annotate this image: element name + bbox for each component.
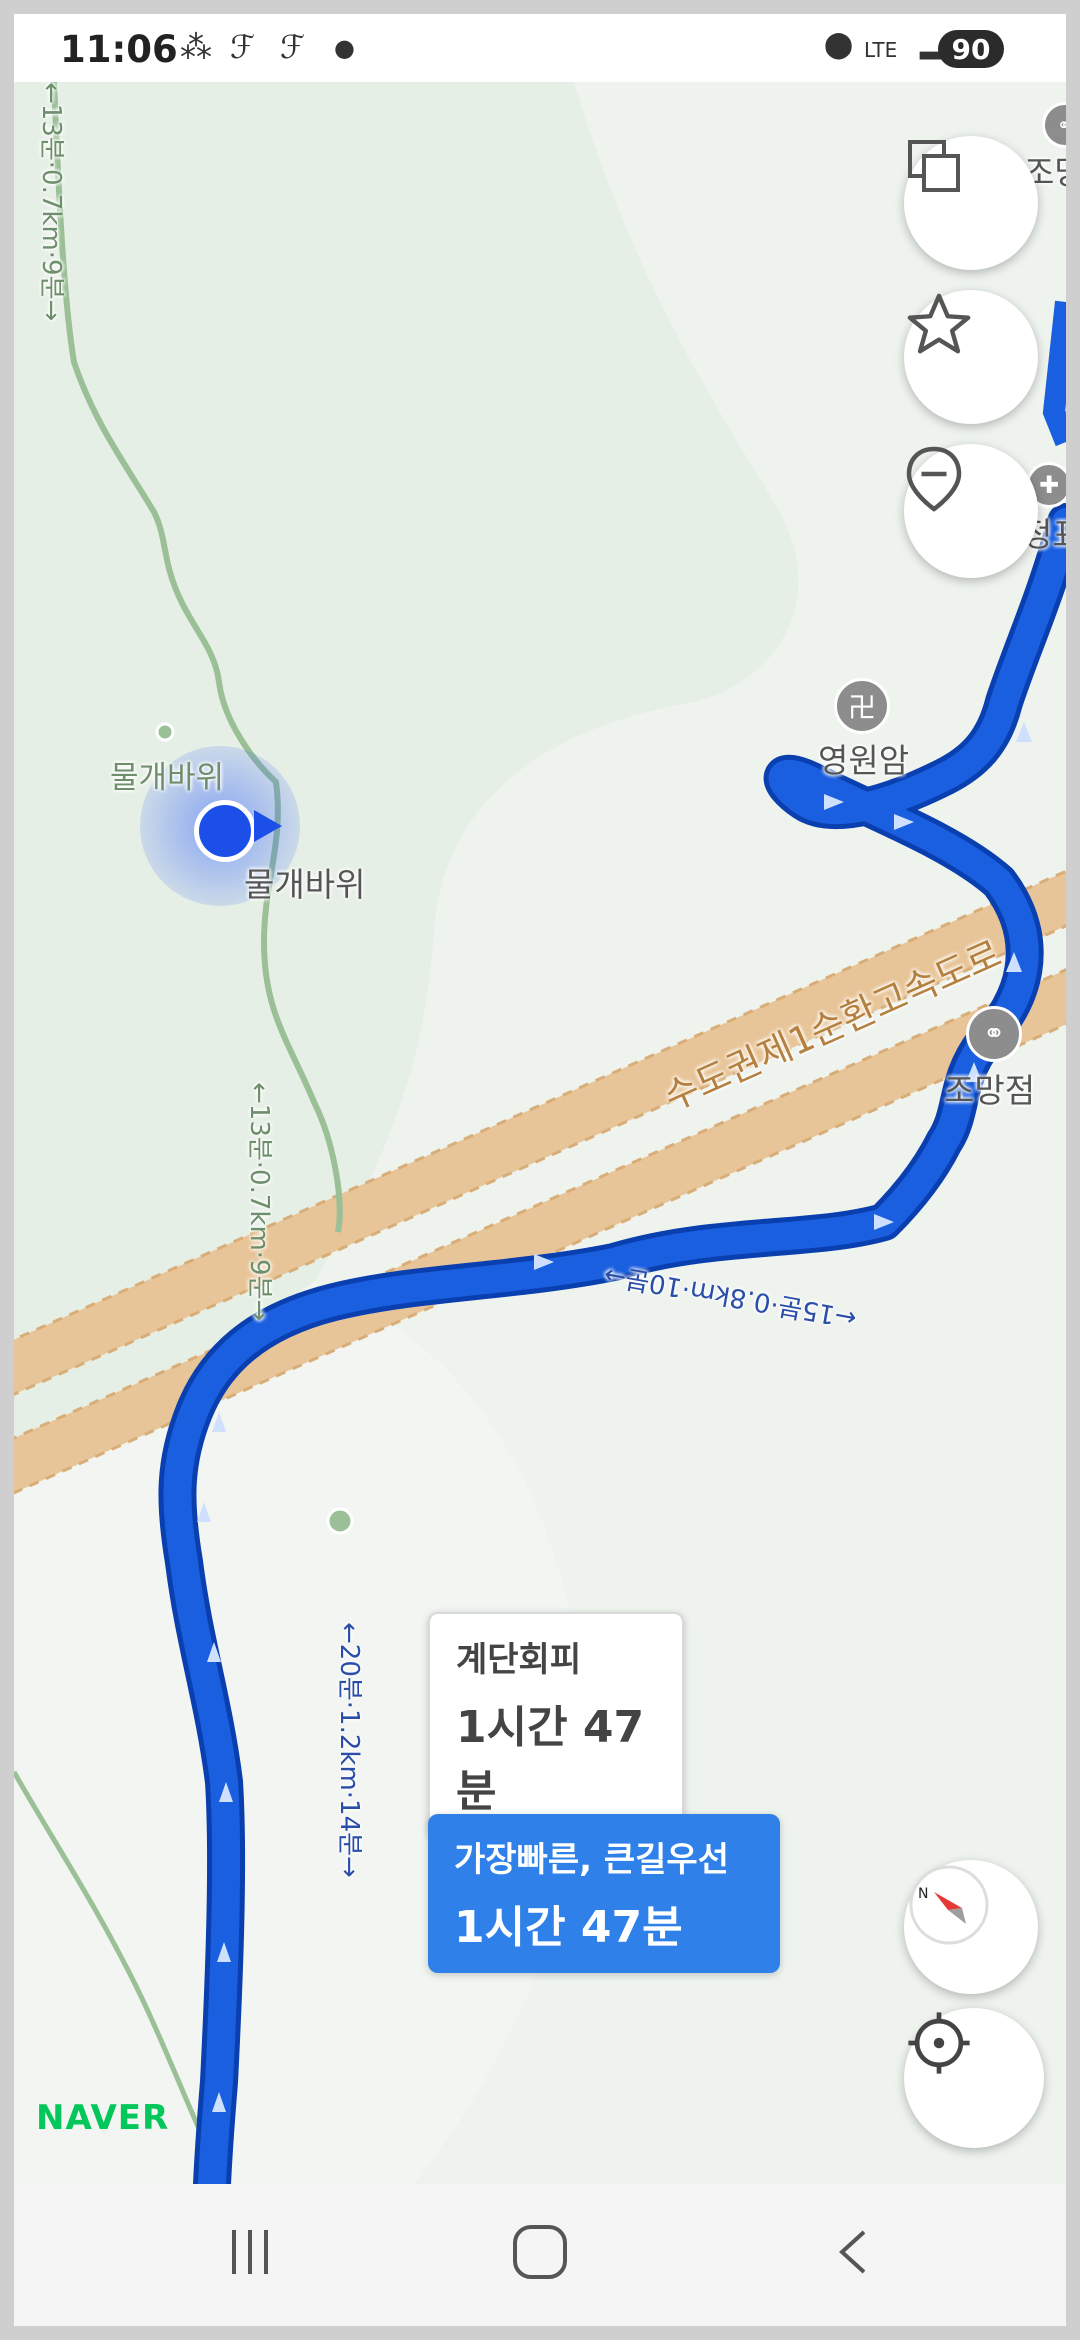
home-icon xyxy=(513,2225,567,2279)
temple-icon[interactable]: 卍 xyxy=(834,678,890,734)
current-location-dot xyxy=(194,800,256,862)
recent-apps-button[interactable] xyxy=(200,2212,300,2292)
route-option-time: 1시간 47분 xyxy=(454,1902,683,1953)
system-navigation-bar xyxy=(14,2184,1066,2326)
naver-logo: NAVER xyxy=(36,2098,170,2138)
back-icon xyxy=(839,2230,866,2274)
route-option-name: 가장빠른, 큰길우선 xyxy=(454,1840,729,1880)
network-label: LTE xyxy=(864,38,898,62)
status-time: 11:06 xyxy=(60,28,178,71)
location-pin-icon xyxy=(906,446,962,512)
signal-app-icon: ⁂ xyxy=(180,28,212,66)
layers-icon xyxy=(908,140,960,192)
poi-viewpoint-label[interactable]: 조망점 xyxy=(944,1064,1035,1112)
map-screen: 11:06 ⁂ ℱ ℱ ● ⬤ LTE ▂▄▆ 90 xyxy=(14,14,1066,2326)
crosshair-icon xyxy=(908,2012,970,2074)
map-canvas[interactable]: 수도권제1순환고속도로 ←13분·0.7km·9분→ ←13분·0.7km·9분… xyxy=(14,82,1066,2184)
trail-distance-label: ←13분·0.7km·9분→ xyxy=(36,82,66,322)
binoculars-icon[interactable]: ⚭ xyxy=(966,1006,1022,1062)
location-status-icon: ⬤ xyxy=(824,30,854,60)
route-option-name: 계단회피 xyxy=(456,1640,582,1680)
route-option-time: 1시간 47분 xyxy=(456,1702,645,1817)
route-option-stairs-avoid[interactable]: 계단회피 1시간 47분 xyxy=(428,1612,684,1839)
home-button[interactable] xyxy=(490,2212,590,2292)
trail-distance-label: ←13분·0.7km·9분→ xyxy=(244,1082,274,1322)
status-bar: 11:06 ⁂ ℱ ℱ ● ⬤ LTE ▂▄▆ 90 xyxy=(14,14,1066,82)
route-path-right xyxy=(1042,300,1066,447)
favorite-button[interactable] xyxy=(904,290,1038,424)
app-icon: ℱ xyxy=(230,28,256,66)
poi-rock-label-upper[interactable]: 물개바위 xyxy=(110,752,224,797)
dot-icon: ● xyxy=(334,34,355,62)
battery-indicator: 90 xyxy=(938,30,1004,68)
heading-arrow-icon xyxy=(254,810,282,842)
route-option-fastest[interactable]: 가장빠른, 큰길우선 1시간 47분 xyxy=(428,1814,780,1973)
compass-button[interactable]: N xyxy=(904,1860,1038,1994)
svg-text:N: N xyxy=(918,1886,928,1902)
poi-temple-label[interactable]: 영원암 xyxy=(818,734,909,782)
back-button[interactable] xyxy=(804,2212,904,2292)
route-distance-label: ←20분·1.2km·14분→ xyxy=(334,1622,364,1878)
star-icon xyxy=(907,293,971,354)
compass-icon: N xyxy=(909,1865,989,1945)
location-remove-button[interactable] xyxy=(904,444,1038,578)
app-icon: ℱ xyxy=(280,28,306,66)
layers-button[interactable] xyxy=(904,136,1038,270)
poi-rock-label[interactable]: 물개바위 xyxy=(244,858,365,906)
recent-apps-icon xyxy=(232,2230,268,2274)
current-location-button[interactable] xyxy=(904,2008,1044,2148)
